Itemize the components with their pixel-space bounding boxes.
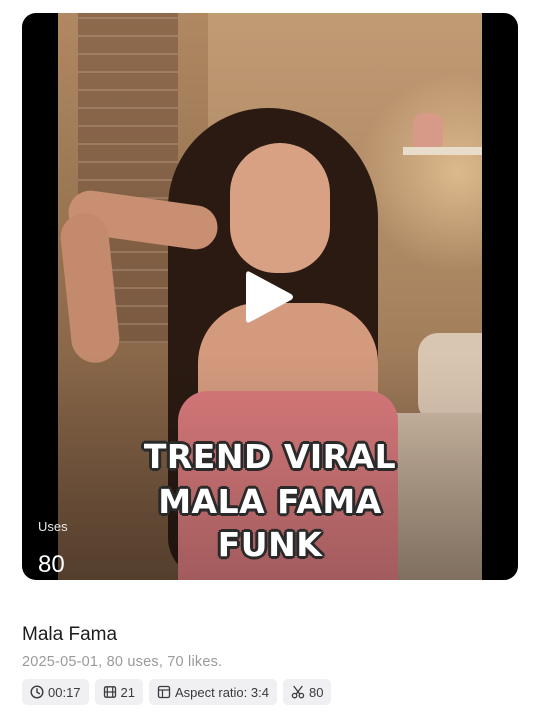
clock-icon [30,685,44,699]
template-meta: 2025-05-01, 80 uses, 70 likes. [22,654,223,670]
film-icon [103,685,117,699]
video-caption-line-2: MALA FAMA [158,482,382,521]
play-button[interactable] [242,268,296,326]
uses-label: Uses [38,519,68,534]
clips-label: 21 [120,684,136,700]
uses-chip: 80 [282,679,332,705]
clips-chip: 21 [94,679,144,705]
aspect-ratio-chip: Aspect ratio: 3:4 [149,679,277,705]
uses-count: 80 [38,551,65,578]
aspect-ratio-label: Aspect ratio: 3:4 [175,684,269,700]
layout-icon [157,685,171,699]
template-title[interactable]: Mala Fama [22,624,117,646]
video-caption-line-3: FUNK [217,525,323,564]
scissors-icon [291,685,305,699]
play-icon [246,271,293,323]
template-stats: 00:17 21 Aspect ratio: 3:4 80 [22,679,332,705]
duration-label: 00:17 [48,684,81,700]
duration-chip: 00:17 [22,679,89,705]
video-caption-line-1: TREND VIRAL [143,437,397,476]
uses-chip-label: 80 [308,684,324,700]
